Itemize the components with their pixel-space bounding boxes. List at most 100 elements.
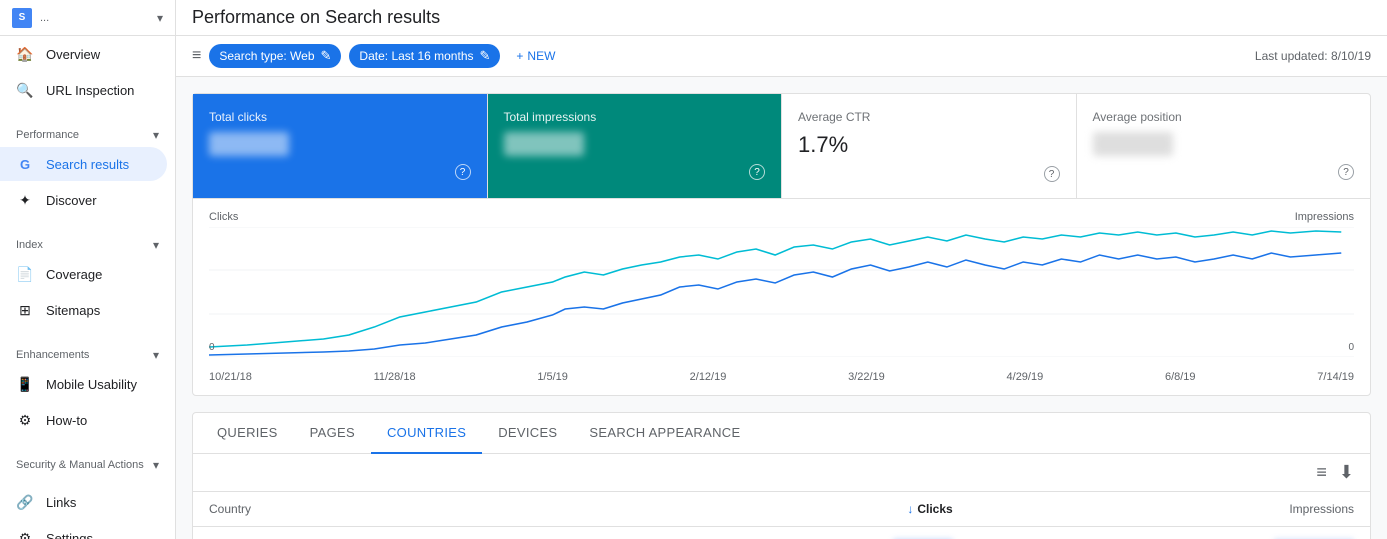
x-label-2: 1/5/19 [537,371,568,383]
chart-y-right: 0 [1348,223,1354,353]
add-icon: + [516,49,523,63]
stat-impressions-footer: ? [504,164,766,180]
sidebar-item-discover[interactable]: ✦ Discover [0,183,167,217]
sidebar-item-overview[interactable]: 🏠 Overview [0,37,167,71]
stat-clicks-info-icon[interactable]: ? [455,164,471,180]
logo-chevron-icon[interactable]: ▾ [157,11,163,25]
stat-position-info-icon[interactable]: ? [1338,164,1354,180]
tab-countries[interactable]: COUNTRIES [371,413,482,454]
chart-svg [209,227,1354,357]
sidebar-item-sitemaps[interactable]: ⊞ Sitemaps [0,293,167,327]
collapse-performance-icon[interactable]: ▾ [153,128,159,142]
sidebar-item-discover-label: Discover [46,193,97,208]
clicks-us [639,527,969,539]
impressions-us [969,527,1370,539]
stat-ctr-label: Average CTR [798,110,1060,124]
stats-cards: Total clicks ? Total impressions ? [193,94,1370,199]
sidebar-logo[interactable]: S ... ▾ [0,0,175,36]
tab-search-appearance[interactable]: SEARCH APPEARANCE [573,413,756,454]
stat-position-value [1093,132,1355,156]
tab-pages[interactable]: PAGES [294,413,371,454]
stat-impressions-blur [504,132,584,156]
collapse-security-icon[interactable]: ▾ [153,458,159,472]
stat-card-impressions[interactable]: Total impressions ? [488,94,783,198]
stat-position-blur [1093,132,1173,156]
sidebar-item-settings[interactable]: ⚙ Settings [0,521,167,539]
collapse-index-icon[interactable]: ▾ [153,238,159,252]
date-range-chip[interactable]: Date: Last 16 months ✎ [349,44,500,68]
table-row: United States [193,527,1370,539]
chart-y-left: 0 [209,223,215,353]
chart-left-label: Clicks [209,211,238,223]
country-us: United States [193,527,639,539]
stat-card-position[interactable]: Average position ? [1077,94,1371,198]
filter-rows-icon[interactable]: ≡ [1316,462,1327,483]
add-filter-button[interactable]: + NEW [508,45,563,67]
sidebar-item-how-to-label: How-to [46,413,87,428]
section-index-label: Index [16,239,43,251]
sidebar: S ... ▾ 🏠 Overview 🔍 URL Inspection Perf… [0,0,176,539]
sidebar-item-url-label: URL Inspection [46,83,134,98]
sidebar-item-how-to[interactable]: ⚙ How-to [0,403,167,437]
page-header: Performance on Search results [176,0,1387,36]
stat-clicks-label: Total clicks [209,110,471,124]
mobile-icon: 📱 [16,375,34,393]
stat-impressions-value [504,132,766,156]
col-clicks[interactable]: ↓Clicks [639,492,969,527]
stat-position-footer: ? [1093,164,1355,180]
download-icon[interactable]: ⬇ [1339,462,1354,483]
sidebar-item-overview-label: Overview [46,47,100,62]
sidebar-item-url-inspection[interactable]: 🔍 URL Inspection [0,73,167,107]
stat-card-clicks[interactable]: Total clicks ? [193,94,488,198]
search-icon: 🔍 [16,81,34,99]
tab-devices[interactable]: DEVICES [482,413,573,454]
links-icon: 🔗 [16,493,34,511]
x-label-3: 2/12/19 [690,371,727,383]
stat-impressions-info-icon[interactable]: ? [749,164,765,180]
tabs-section: QUERIES PAGES COUNTRIES DEVICES SEARCH A… [192,412,1371,539]
sidebar-item-links[interactable]: 🔗 Links [0,485,167,519]
main-content: Performance on Search results ≡ Search t… [176,0,1387,539]
filter-bar: ≡ Search type: Web ✎ Date: Last 16 month… [176,36,1387,77]
stat-ctr-info-icon[interactable]: ? [1044,166,1060,182]
sidebar-item-mobile-label: Mobile Usability [46,377,137,392]
tab-queries[interactable]: QUERIES [201,413,294,454]
y-left-bottom: 0 [209,342,215,353]
tabs-header: QUERIES PAGES COUNTRIES DEVICES SEARCH A… [193,413,1370,454]
sidebar-item-coverage[interactable]: 📄 Coverage [0,257,167,291]
section-enhancements: Enhancements ▾ [0,336,175,366]
edit-search-type-icon: ✎ [321,48,332,64]
coverage-icon: 📄 [16,265,34,283]
section-enhancements-label: Enhancements [16,349,89,361]
home-icon: 🏠 [16,45,34,63]
settings-icon: ⚙ [16,529,34,539]
logo-icon: S [12,8,32,28]
stat-ctr-footer: ? [798,166,1060,182]
google-g-icon: G [16,155,34,173]
collapse-enhancements-icon[interactable]: ▾ [153,348,159,362]
page-title: Performance on Search results [192,7,440,28]
stat-ctr-value: 1.7% [798,132,1060,158]
chart-container [209,227,1354,367]
sidebar-item-search-label: Search results [46,157,129,172]
section-performance-label: Performance [16,129,79,141]
chart-labels: Clicks Impressions [209,211,1354,223]
x-label-5: 4/29/19 [1007,371,1044,383]
edit-date-icon: ✎ [480,48,491,64]
main-body: ≡ Search type: Web ✎ Date: Last 16 month… [176,36,1387,539]
x-label-6: 6/8/19 [1165,371,1196,383]
stat-card-ctr[interactable]: Average CTR 1.7% ? [782,94,1077,198]
section-security: Security & Manual Actions ▾ [0,446,175,476]
y-right-bottom: 0 [1348,342,1354,353]
search-type-chip[interactable]: Search type: Web ✎ [209,44,341,68]
sidebar-item-mobile-usability[interactable]: 📱 Mobile Usability [0,367,167,401]
section-security-label: Security & Manual Actions [16,459,144,471]
chart-x-labels: 10/21/18 11/28/18 1/5/19 2/12/19 3/22/19… [209,371,1354,383]
stat-impressions-label: Total impressions [504,110,766,124]
stat-clicks-footer: ? [209,164,471,180]
table-actions: ≡ ⬇ [193,454,1370,491]
filter-icon[interactable]: ≡ [192,47,201,65]
sidebar-item-search-results[interactable]: G Search results [0,147,167,181]
section-performance: Performance ▾ [0,116,175,146]
stat-clicks-value [209,132,471,156]
